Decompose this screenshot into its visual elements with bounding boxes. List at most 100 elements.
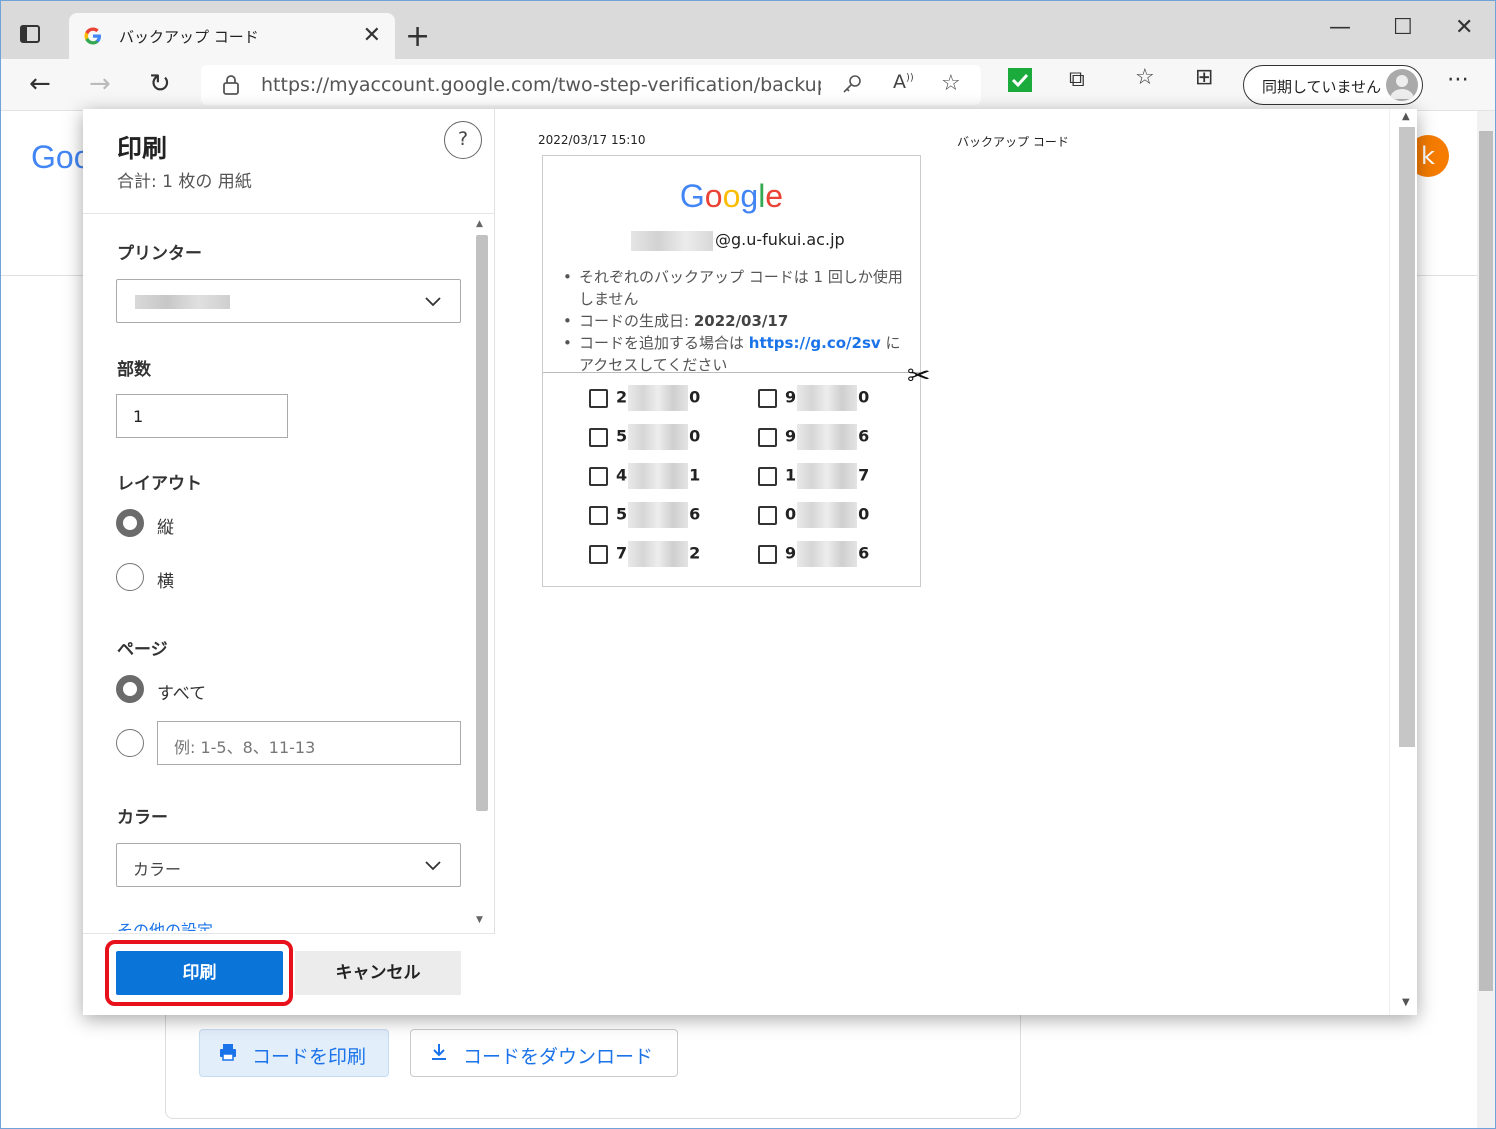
google-logo: Google xyxy=(679,178,784,214)
list-item: コードを追加する場合は https://g.co/2sv にアクセスしてください xyxy=(563,332,908,376)
backup-code: 41 xyxy=(589,463,700,489)
copies-label: 部数 xyxy=(117,360,151,380)
tab-title: バックアップ コード xyxy=(119,28,259,46)
page-scrollbar-thumb[interactable] xyxy=(1479,131,1493,991)
backup-code: 90 xyxy=(758,385,869,411)
scroll-up-icon[interactable]: ▲ xyxy=(1402,111,1410,122)
browser-window: バックアップ コード ✕ + — ☐ ✕ ← → ↻ https://myacc… xyxy=(0,0,1496,1129)
browser-tab[interactable]: バックアップ コード ✕ xyxy=(69,13,395,59)
divider xyxy=(83,213,495,214)
backup-code: 00 xyxy=(758,502,869,528)
checkbox xyxy=(758,544,777,564)
window-close-icon[interactable]: ✕ xyxy=(1455,15,1473,40)
checkbox xyxy=(589,388,608,408)
google-favicon-icon xyxy=(83,26,105,48)
layout-landscape-radio[interactable] xyxy=(116,563,144,591)
extension-check-icon[interactable] xyxy=(1007,67,1033,97)
layout-landscape-label: 横 xyxy=(157,572,174,592)
download-codes-button[interactable]: コードをダウンロード xyxy=(410,1029,678,1077)
printer-icon xyxy=(218,1042,238,1067)
preview-timestamp: 2022/03/17 15:10 xyxy=(538,133,646,147)
url-text: https://myaccount.google.com/two-step-ve… xyxy=(261,74,821,96)
list-item: それぞれのバックアップ コードは 1 回しか使用しません xyxy=(563,266,908,310)
backup-code: 96 xyxy=(758,541,869,567)
scroll-up-icon[interactable]: ▲ xyxy=(476,219,483,229)
key-icon[interactable] xyxy=(841,73,863,99)
pages-custom-radio[interactable] xyxy=(116,729,144,757)
lock-icon[interactable] xyxy=(221,74,241,100)
email-user-redacted xyxy=(631,230,713,251)
printer-label: プリンター xyxy=(117,244,202,264)
color-select[interactable]: カラー xyxy=(116,843,461,887)
printer-name-redacted xyxy=(135,295,230,309)
color-label: カラー xyxy=(117,808,168,828)
download-icon xyxy=(429,1042,449,1067)
sync-profile-button[interactable]: 同期していません xyxy=(1243,65,1423,105)
favorites-icon[interactable]: ☆ xyxy=(1135,65,1155,90)
preview-scrollbar[interactable]: ▲ ▼ xyxy=(1389,109,1417,1015)
scroll-down-icon[interactable]: ▼ xyxy=(476,915,483,925)
collections-icon[interactable]: ⊞ xyxy=(1195,65,1213,90)
backup-code: 56 xyxy=(589,502,700,528)
address-bar[interactable]: https://myaccount.google.com/two-step-ve… xyxy=(201,65,981,105)
chevron-down-icon xyxy=(424,292,442,314)
print-button-highlight xyxy=(105,940,293,1006)
checkbox xyxy=(589,427,608,447)
tab-bar: バックアップ コード ✕ + — ☐ ✕ xyxy=(1,1,1495,59)
layout-portrait-radio[interactable] xyxy=(116,509,144,537)
checkbox xyxy=(589,544,608,564)
more-menu-icon[interactable]: ⋯ xyxy=(1447,67,1470,92)
backup-code: 50 xyxy=(589,424,700,450)
copies-input[interactable]: 1 xyxy=(116,394,288,438)
print-dialog: 印刷 合計: 1 枚の 用紙 ? プリンター 部数 1 レイアウト 縦 横 ペー… xyxy=(83,109,1417,1015)
backup-code: 17 xyxy=(758,463,869,489)
cut-line xyxy=(543,372,920,373)
add-favorite-icon[interactable]: ☆ xyxy=(941,71,961,96)
forward-icon[interactable]: → xyxy=(89,69,111,99)
print-title: 印刷 xyxy=(117,134,168,163)
settings-scrollbar[interactable]: ▲ ▼ xyxy=(472,217,492,929)
help-icon[interactable]: ? xyxy=(444,121,482,159)
checkbox xyxy=(589,466,608,486)
pages-range-input[interactable]: 例: 1-5、8、11-13 xyxy=(157,721,461,765)
more-settings-link[interactable]: その他の設定 ⌄ xyxy=(117,917,232,931)
page-scrollbar[interactable] xyxy=(1477,111,1495,1128)
tab-actions-icon[interactable] xyxy=(19,23,49,53)
scroll-down-icon[interactable]: ▼ xyxy=(1402,997,1410,1008)
refresh-icon[interactable]: ↻ xyxy=(149,69,171,99)
backup-code-sheet: Google @g.u-fukui.ac.jp それぞれのバックアップ コードは… xyxy=(542,155,930,587)
instructions-list: それぞれのバックアップ コードは 1 回しか使用しません コードの生成日: 20… xyxy=(563,266,908,376)
minimize-icon[interactable]: — xyxy=(1329,15,1351,40)
checkbox xyxy=(758,466,777,486)
backup-code: 96 xyxy=(758,424,869,450)
settings-scrollbar-thumb[interactable] xyxy=(476,235,488,811)
tab-close-icon[interactable]: ✕ xyxy=(363,23,381,48)
read-aloud-icon[interactable]: A)) xyxy=(893,71,914,93)
dialog-footer: 印刷 キャンセル xyxy=(83,933,495,1015)
back-icon[interactable]: ← xyxy=(29,69,51,99)
checkbox xyxy=(758,388,777,408)
backup-code: 20 xyxy=(589,385,700,411)
checkbox xyxy=(758,427,777,447)
checkbox xyxy=(589,505,608,525)
backup-code: 72 xyxy=(589,541,700,567)
pages-all-label: すべて xyxy=(157,684,207,704)
preview-scrollbar-thumb[interactable] xyxy=(1399,127,1415,747)
pages-all-radio[interactable] xyxy=(116,675,144,703)
printer-select[interactable] xyxy=(116,279,461,323)
print-settings-panel: 印刷 合計: 1 枚の 用紙 ? プリンター 部数 1 レイアウト 縦 横 ペー… xyxy=(83,109,495,1015)
profile-avatar-icon xyxy=(1386,69,1418,101)
print-codes-button[interactable]: コードを印刷 xyxy=(199,1029,389,1077)
new-tab-icon[interactable]: + xyxy=(405,19,430,54)
extensions-icon[interactable]: ⧉ xyxy=(1069,67,1085,92)
cancel-button[interactable]: キャンセル xyxy=(295,951,461,995)
maximize-icon[interactable]: ☐ xyxy=(1393,15,1413,40)
layout-label: レイアウト xyxy=(117,474,202,494)
chevron-down-icon xyxy=(424,856,442,878)
sync-label: 同期していません xyxy=(1262,78,1382,96)
g-co-2sv-link[interactable]: https://g.co/2sv xyxy=(749,334,881,352)
sheet-summary: 合計: 1 枚の 用紙 xyxy=(117,172,252,192)
preview-doc-title: バックアップ コード xyxy=(957,135,1069,149)
scissors-icon: ✂ xyxy=(907,359,931,392)
print-preview: 2022/03/17 15:10 バックアップ コード Google @g.u-… xyxy=(499,109,1389,1015)
